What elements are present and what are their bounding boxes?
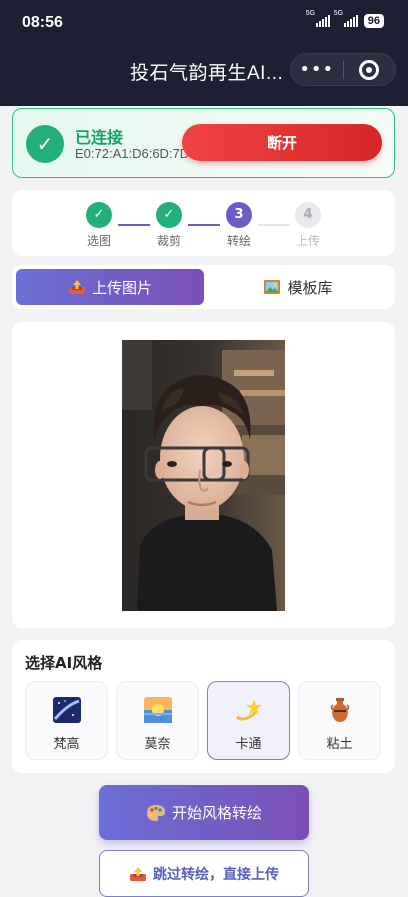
step-2: ✓ 裁剪 [149,202,189,249]
source-tabs: 上传图片 模板库 [12,265,395,309]
step-2-check-icon: ✓ [156,202,182,228]
status-time: 08:56 [22,14,63,31]
network-type: 5G [305,10,316,17]
step-4-label: 上传 [295,234,320,248]
check-circle-icon: ✓ [26,125,64,163]
start-style-transfer-button[interactable]: 开始风格转绘 [99,785,309,840]
tab-template-label: 模板库 [287,278,333,297]
step-progress: ✓ 选图 ✓ 裁剪 3 转绘 4 上传 [12,190,395,256]
step-3: 3 转绘 [219,202,259,249]
step-connector [258,224,290,226]
milky-way-icon [52,697,81,723]
dizzy-star-icon [235,699,262,721]
style-label-monet: 莫奈 [144,737,171,752]
disconnect-button[interactable]: 断开 [182,124,382,161]
style-option-van-gogh[interactable]: 梵高 [25,681,108,760]
style-label-clay: 粘土 [326,737,353,752]
page-title: 投石气韵再生AI... [130,63,284,84]
tab-upload-image[interactable]: 上传图片 [16,269,204,305]
portrait-image [122,340,285,611]
step-2-label: 裁剪 [156,234,181,248]
ai-style-card: 选择AI风格 梵高 莫奈 卡通 粘土 [12,640,395,773]
step-1-label: 选图 [86,234,111,248]
framed-picture-icon [264,280,281,294]
step-1: ✓ 选图 [79,202,119,249]
close-target-icon [359,59,380,80]
connection-card: ✓ 已连接 E0:72:A1:D6:6D:7D 断开 [12,108,395,178]
skip-and-upload-button[interactable]: 跳过转绘，直接上传 [99,850,309,897]
sunrise-icon [143,697,172,723]
style-option-clay[interactable]: 粘土 [298,681,381,760]
tab-upload-label: 上传图片 [91,278,152,297]
start-button-label: 开始风格转绘 [171,804,262,822]
step-3-number: 3 [226,202,252,228]
style-option-cartoon[interactable]: 卡通 [207,681,290,760]
amphora-icon [330,698,349,722]
outbox-tray-icon [130,866,146,881]
status-indicators: 5G 5G 96 [306,10,384,28]
network-type-2: 5G [333,10,344,17]
skip-button-label: 跳过转绘，直接上传 [153,866,279,883]
style-section-title: 选择AI风格 [25,654,103,672]
top-bar: 08:56 5G 5G 96 投石气韵再生AI... ••• [0,0,408,106]
signal-icon-2: 5G [334,10,358,27]
photo-preview-card [12,322,395,628]
outbox-tray-icon [68,280,85,294]
battery-indicator: 96 [363,14,384,28]
style-option-monet[interactable]: 莫奈 [116,681,199,760]
step-3-label: 转绘 [226,234,251,248]
step-4-number: 4 [295,202,321,228]
close-button[interactable] [343,59,395,80]
style-label-van-gogh: 梵高 [53,737,80,752]
palette-icon [146,804,165,821]
style-label-cartoon: 卡通 [235,737,262,752]
uploaded-photo[interactable] [122,340,285,611]
step-4: 4 上传 [288,202,328,249]
more-icon[interactable]: ••• [291,53,343,86]
tab-template-library[interactable]: 模板库 [204,269,392,305]
step-connector [118,224,150,226]
step-1-check-icon: ✓ [86,202,112,228]
mini-program-capsule: ••• [290,53,396,86]
connection-status: 已连接 [75,128,124,147]
signal-icon: 5G [306,10,330,27]
device-mac: E0:72:A1:D6:6D:7D [75,146,190,161]
step-connector [188,224,220,226]
